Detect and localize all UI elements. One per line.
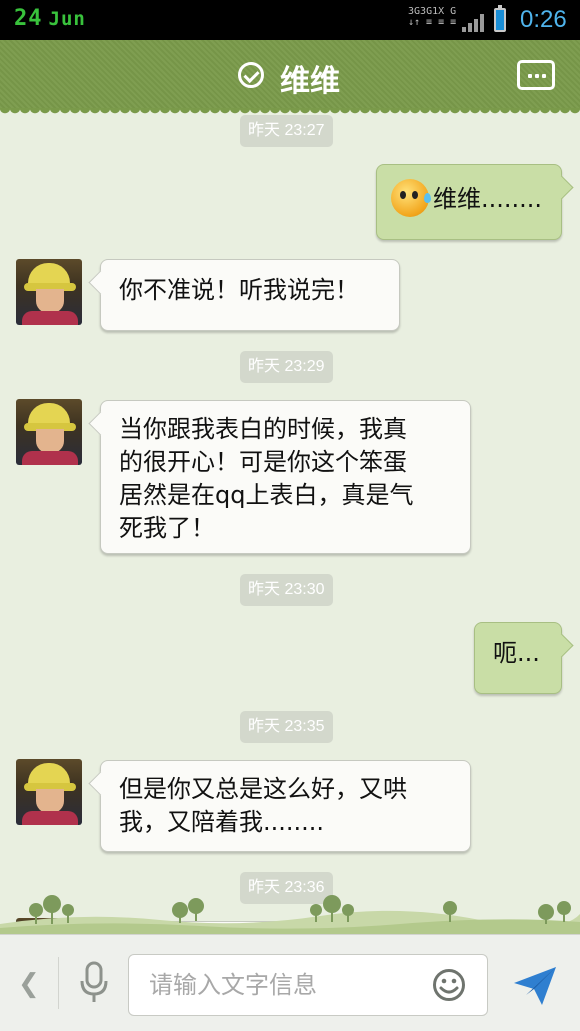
- chevron-left-icon[interactable]: ❮: [18, 969, 40, 999]
- avatar[interactable]: [16, 759, 82, 825]
- battery-icon: [494, 5, 506, 32]
- check-circle-icon: [238, 62, 264, 88]
- timestamp: 昨天 23:35: [240, 711, 333, 743]
- timestamp: 昨天 23:29: [240, 351, 333, 383]
- status-month: Jun: [48, 8, 86, 30]
- status-time: 0:26: [520, 6, 567, 33]
- message-line: 我，又陪着我........: [119, 808, 325, 836]
- chat-header: 维维: [0, 40, 580, 116]
- message-bubble-incoming[interactable]: 但是你又总是这么好，又哄 我，又陪着我........: [100, 760, 471, 852]
- message-bubble-incoming[interactable]: 你不准说！听我说完！: [100, 259, 400, 331]
- message-text: 维维........: [433, 185, 543, 213]
- timestamp: 昨天 23:27: [240, 115, 333, 147]
- timestamp: 昨天 23:30: [240, 574, 333, 606]
- message-bubble-outgoing[interactable]: 维维........: [376, 164, 562, 240]
- message-text: 呃...: [493, 639, 540, 667]
- message-line: 居然是在qq上表白，真是气: [119, 481, 414, 509]
- more-dots-icon[interactable]: [517, 60, 555, 90]
- scenery-decoration: [0, 895, 580, 934]
- message-line: 死我了！: [119, 514, 215, 542]
- network-indicator: 3G3G1X G ↓↑ ≡ ≡ ≡: [408, 6, 457, 28]
- message-text: 你不准说！听我说完！: [119, 276, 359, 304]
- divider: [58, 957, 59, 1009]
- input-bar: ❮: [0, 934, 580, 1031]
- signal-icon: [462, 14, 484, 32]
- message-line: 当你跟我表白的时候，我真: [119, 415, 407, 443]
- message-line: 的很开心！可是你这个笨蛋: [119, 448, 407, 476]
- avatar[interactable]: [16, 399, 82, 465]
- microphone-icon[interactable]: [78, 961, 110, 1005]
- message-bubble-incoming[interactable]: 当你跟我表白的时候，我真 的很开心！可是你这个笨蛋 居然是在qq上表白，真是气 …: [100, 400, 471, 554]
- message-bubble-outgoing[interactable]: 呃...: [474, 622, 562, 694]
- status-date: 24 Jun: [14, 6, 86, 31]
- message-line: 但是你又总是这么好，又哄: [119, 775, 407, 803]
- send-icon[interactable]: [512, 963, 558, 1007]
- avatar[interactable]: [16, 259, 82, 325]
- contact-name: 维维: [280, 64, 340, 99]
- status-bar: 24 Jun 3G3G1X G ↓↑ ≡ ≡ ≡ 0:26: [0, 0, 580, 40]
- data-arrows-icon: ↓↑ ≡ ≡ ≡: [408, 17, 457, 28]
- sweat-face-emoji-icon: [391, 179, 431, 217]
- status-day: 24: [14, 6, 43, 31]
- smiley-icon[interactable]: [432, 968, 466, 1002]
